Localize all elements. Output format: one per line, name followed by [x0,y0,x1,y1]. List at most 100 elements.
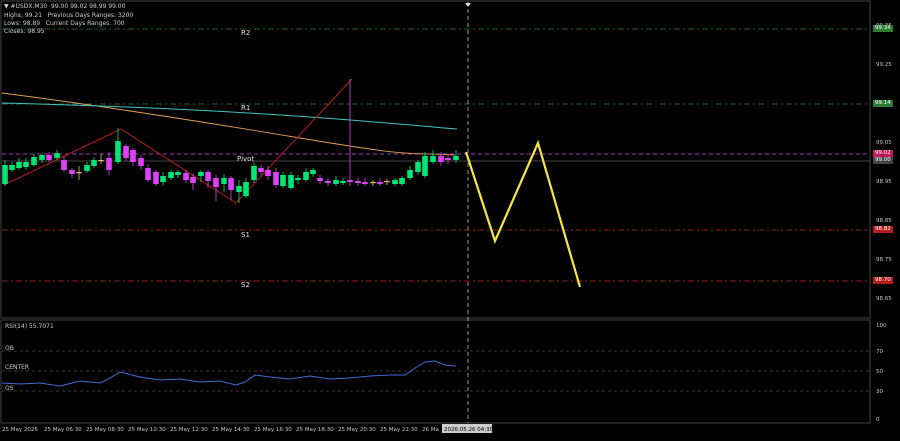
candle [138,155,144,170]
candle [370,180,376,186]
candle [236,180,242,203]
tag-pivot: 99.02 [873,150,893,157]
price-axis-label: 98.65 [876,296,892,302]
candle [115,128,121,164]
time-axis-label: 25 May 18:30 [296,427,334,433]
tag-s1: 98.82 [873,226,893,233]
candle [160,172,166,186]
candle [399,176,405,186]
forecast-path [464,139,582,288]
candle [377,178,383,186]
candle [23,158,29,170]
candle [130,148,136,166]
tag-r2: 99.34 [873,25,893,32]
rsi-axis: 100 70 50 30 0 [876,323,887,423]
candle [325,178,331,186]
candle [168,170,174,180]
candle [39,153,45,163]
rsi-pane-border [0,319,871,424]
price-axis-label: 98.85 [876,218,892,224]
tag-current: 99.00 [873,157,893,164]
candle [175,170,181,178]
symbol-line: ▼ #USDX,M30 99.00 99.02 98.99 99.00 [4,3,126,10]
price-axis-label: 99.25 [876,62,892,68]
zigzag-line [3,78,353,204]
price-axis-label: 98.75 [876,257,892,263]
candle [310,168,316,177]
candle [355,178,361,186]
candle [362,178,368,186]
candle [91,157,97,168]
candle [2,160,8,186]
candle [16,158,22,170]
candle [422,152,428,178]
time-cursor-marker [465,3,471,7]
label-r1: R1 [241,104,250,112]
cur-range-text: Current Days Ranges: 700 [45,20,125,27]
time-axis: 25 May 2026 25 May 06:30 25 May 08:30 25 Ma… [2,427,439,433]
candle [430,150,436,164]
time-axis-label: 25 May 20:30 [338,427,376,433]
candle [280,172,286,188]
time-axis-label: 25 May 06:30 [44,427,82,433]
label-s1: S1 [241,231,250,239]
candle [145,164,151,182]
time-axis-label: 25 May 22:30 [380,427,418,433]
candle [303,168,309,182]
candle [288,172,294,190]
candlestick-series [2,79,459,203]
candle [273,168,279,188]
rsi-ob-label: OB [5,345,14,352]
candle [347,79,353,186]
candle [384,179,390,185]
candle [251,162,257,183]
rsi-axis-label: 70 [876,349,883,355]
prev-range-text: Previous Days Ranges: 3200 [47,12,134,19]
time-axis-label: 25 May 10:30 [128,427,166,433]
candle [123,144,129,161]
candle [243,178,249,198]
candle [61,156,67,172]
time-axis-label: 25 May 2026 [2,427,38,433]
time-axis-label: 26 Ma [422,427,439,433]
rsi-os-label: OS [5,385,14,392]
candle [415,160,421,175]
time-axis-label: 25 May 12:30 [170,427,208,433]
candle [213,175,219,201]
candle [333,176,339,186]
candle [407,166,413,180]
candle [221,174,227,192]
candle [228,176,234,200]
rsi-axis-label: 0 [876,417,880,423]
highs-text: Highs: 99.21 [4,12,43,19]
candle [198,170,204,182]
candle [9,162,15,172]
lows-info: Lows: 98.89 Current Days Ranges: 700 [4,20,125,27]
tag-s2: 98.70 [873,277,893,284]
chart-window[interactable]: R2 R1 Pivot S1 S2 99.3599.2599.1599.0598… [0,0,900,437]
candle [205,170,211,188]
time-axis-label: 25 May 08:30 [86,427,124,433]
candle [46,152,52,162]
ma-fast-line [1,92,456,156]
highs-info: Highs: 99.21 Previous Days Ranges: 3200 [4,12,133,19]
ma-slow-line [1,102,458,130]
candle [340,178,346,185]
candle [445,154,451,164]
candle [317,175,323,184]
candle [76,166,82,180]
candle [392,178,398,186]
time-axis-label: 25 May 16:30 [254,427,292,433]
candle [69,168,75,178]
tag-r1: 99.14 [873,100,893,107]
time-cursor-tag: 2026.05.26 04:30 [444,427,494,433]
candle [106,152,112,175]
lows-text: Lows: 98.89 [4,20,41,27]
rsi-label: RSI(14) 55.7071 [5,323,54,330]
candle [295,175,301,184]
price-chart[interactable]: R2 R1 Pivot S1 S2 99.3599.2599.1599.0598… [0,0,900,437]
closes-info: Closes: 98.95 [4,28,45,35]
candle [153,170,159,186]
rsi-line [1,360,457,387]
rsi-axis-label: 50 [876,369,883,375]
